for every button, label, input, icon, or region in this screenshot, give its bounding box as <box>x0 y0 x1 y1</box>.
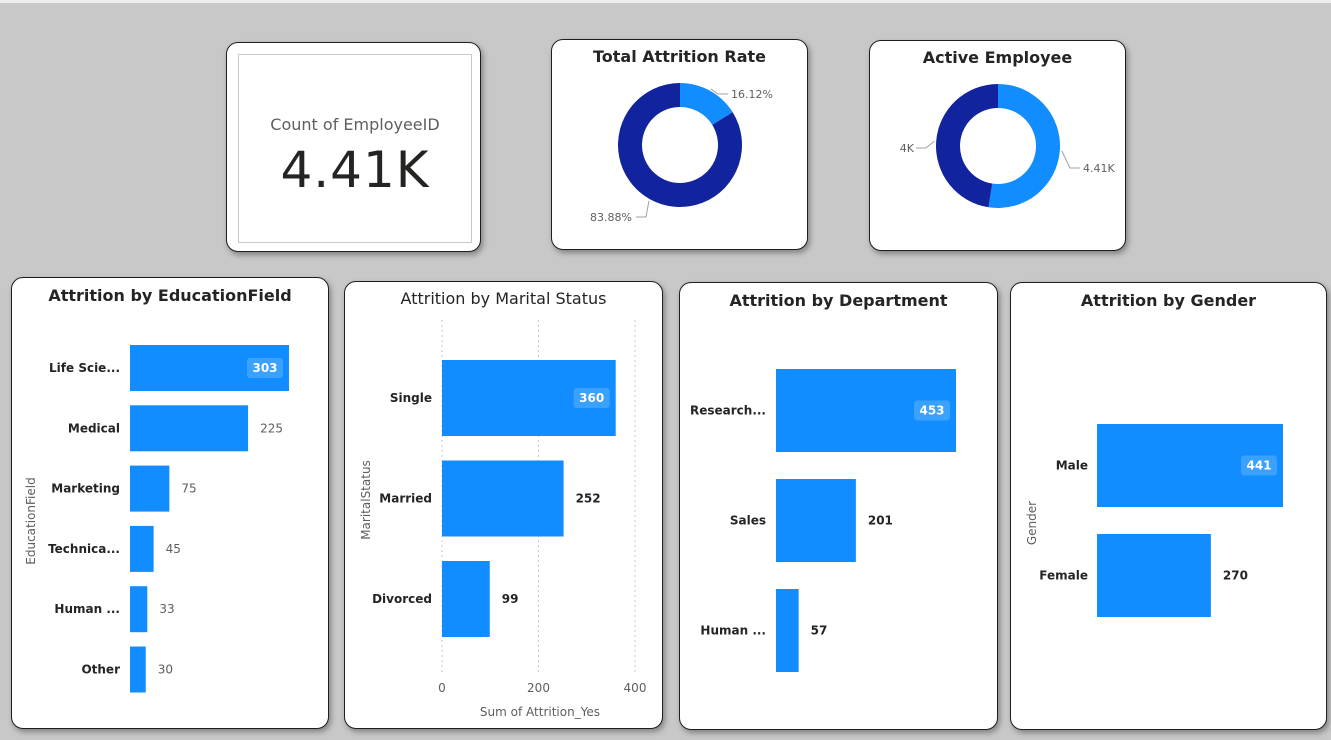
donut-slice <box>936 84 998 208</box>
data-label: 201 <box>868 514 893 528</box>
kpi-label: Count of EmployeeID <box>270 115 440 134</box>
x-tick-label: 0 <box>438 681 446 695</box>
data-label: 270 <box>1223 569 1248 583</box>
data-label: 441 <box>1246 459 1271 473</box>
department-chart-card[interactable]: Attrition by Department Research... 453 Sa… <box>679 282 998 730</box>
top-edge <box>0 0 1331 3</box>
x-axis-label: Sum of Attrition_Yes <box>480 705 600 719</box>
category-label: Research... <box>690 404 766 418</box>
data-label: 453 <box>919 404 944 418</box>
category-label: Sales <box>730 514 766 528</box>
category-label: Male <box>1056 459 1088 473</box>
gender-chart-title: Attrition by Gender <box>1080 291 1257 310</box>
category-label: Other <box>81 663 120 677</box>
bar <box>1097 534 1211 617</box>
education-chart-card[interactable]: Attrition by EducationField Life Scie...… <box>11 277 329 729</box>
gender-bar-chart: Male 441 Female 270 Gender <box>1025 424 1283 617</box>
y-axis-label: MaritalStatus <box>359 460 373 540</box>
data-label: 360 <box>579 391 604 405</box>
donut-data-label: 4.41K <box>1083 162 1115 175</box>
data-label: 33 <box>159 602 174 616</box>
y-axis-label: Gender <box>1025 501 1039 545</box>
department-bar-chart: Research... 453 Sales 201 Human ... 57 <box>690 369 956 672</box>
leader-line <box>636 200 650 218</box>
data-label: 57 <box>811 624 828 638</box>
active-employee-title: Active Employee <box>922 48 1073 67</box>
category-label: Divorced <box>372 592 432 606</box>
donut-data-label: 4K <box>900 142 915 155</box>
donut-data-label: 83.88% <box>590 211 632 224</box>
marital-chart-title: Attrition by Marital Status <box>400 289 607 308</box>
department-chart-title: Attrition by Department <box>729 291 948 310</box>
attrition-rate-card[interactable]: Total Attrition Rate 16.12% 83.88% <box>551 39 808 250</box>
bar <box>130 405 249 452</box>
active-employee-donut: 4.41K 4K <box>900 84 1115 208</box>
category-label: Female <box>1039 569 1088 583</box>
attrition-rate-donut: 16.12% 83.88% <box>590 83 773 224</box>
education-bar-chart: Life Scie... 303 Medical 225 Marketing 75 Tech… <box>24 345 289 693</box>
kpi-card[interactable]: Count of EmployeeID 4.41K <box>226 42 481 252</box>
category-label: Medical <box>68 421 120 435</box>
active-employee-card[interactable]: Active Employee 4.41K 4K <box>869 40 1126 251</box>
leader-line <box>1061 150 1080 169</box>
gender-chart-card[interactable]: Attrition by Gender Male 441 Female 270 Gend… <box>1010 282 1327 730</box>
bar <box>130 525 154 572</box>
data-label: 252 <box>576 492 601 506</box>
bar <box>130 646 146 693</box>
data-label: 99 <box>502 592 519 606</box>
donut-slice <box>988 84 1061 208</box>
category-label: Marketing <box>51 482 120 496</box>
x-tick-label: 400 <box>624 681 647 695</box>
marital-bar-chart: 0 200 400 Single 360 Married 252 Divorced 99 Mari… <box>359 320 647 719</box>
category-label: Single <box>390 391 432 405</box>
data-label: 225 <box>260 421 283 435</box>
donut-data-label: 16.12% <box>731 88 773 101</box>
kpi-value: 4.41K <box>280 141 430 199</box>
data-label: 75 <box>181 482 196 496</box>
data-label: 303 <box>252 361 277 375</box>
bar <box>130 586 148 633</box>
category-label: Human ... <box>700 624 766 638</box>
category-label: Life Scie... <box>49 361 120 375</box>
category-label: Technica... <box>48 542 120 556</box>
x-tick-label: 200 <box>527 681 550 695</box>
kpi-inner-frame: Count of EmployeeID 4.41K <box>238 54 472 243</box>
bar <box>442 561 490 637</box>
bar <box>130 465 170 512</box>
data-label: 30 <box>158 663 173 677</box>
category-label: Human ... <box>54 602 120 616</box>
bar <box>776 589 799 672</box>
y-axis-label: EducationField <box>24 477 38 564</box>
bar <box>776 479 856 562</box>
data-label: 45 <box>166 542 181 556</box>
education-chart-title: Attrition by EducationField <box>48 286 292 305</box>
attrition-rate-title: Total Attrition Rate <box>592 47 767 66</box>
marital-chart-card[interactable]: Attrition by Marital Status 0 200 400 Singl… <box>344 281 663 729</box>
bar <box>442 460 564 537</box>
category-label: Married <box>379 492 432 506</box>
leader-line <box>916 140 935 149</box>
